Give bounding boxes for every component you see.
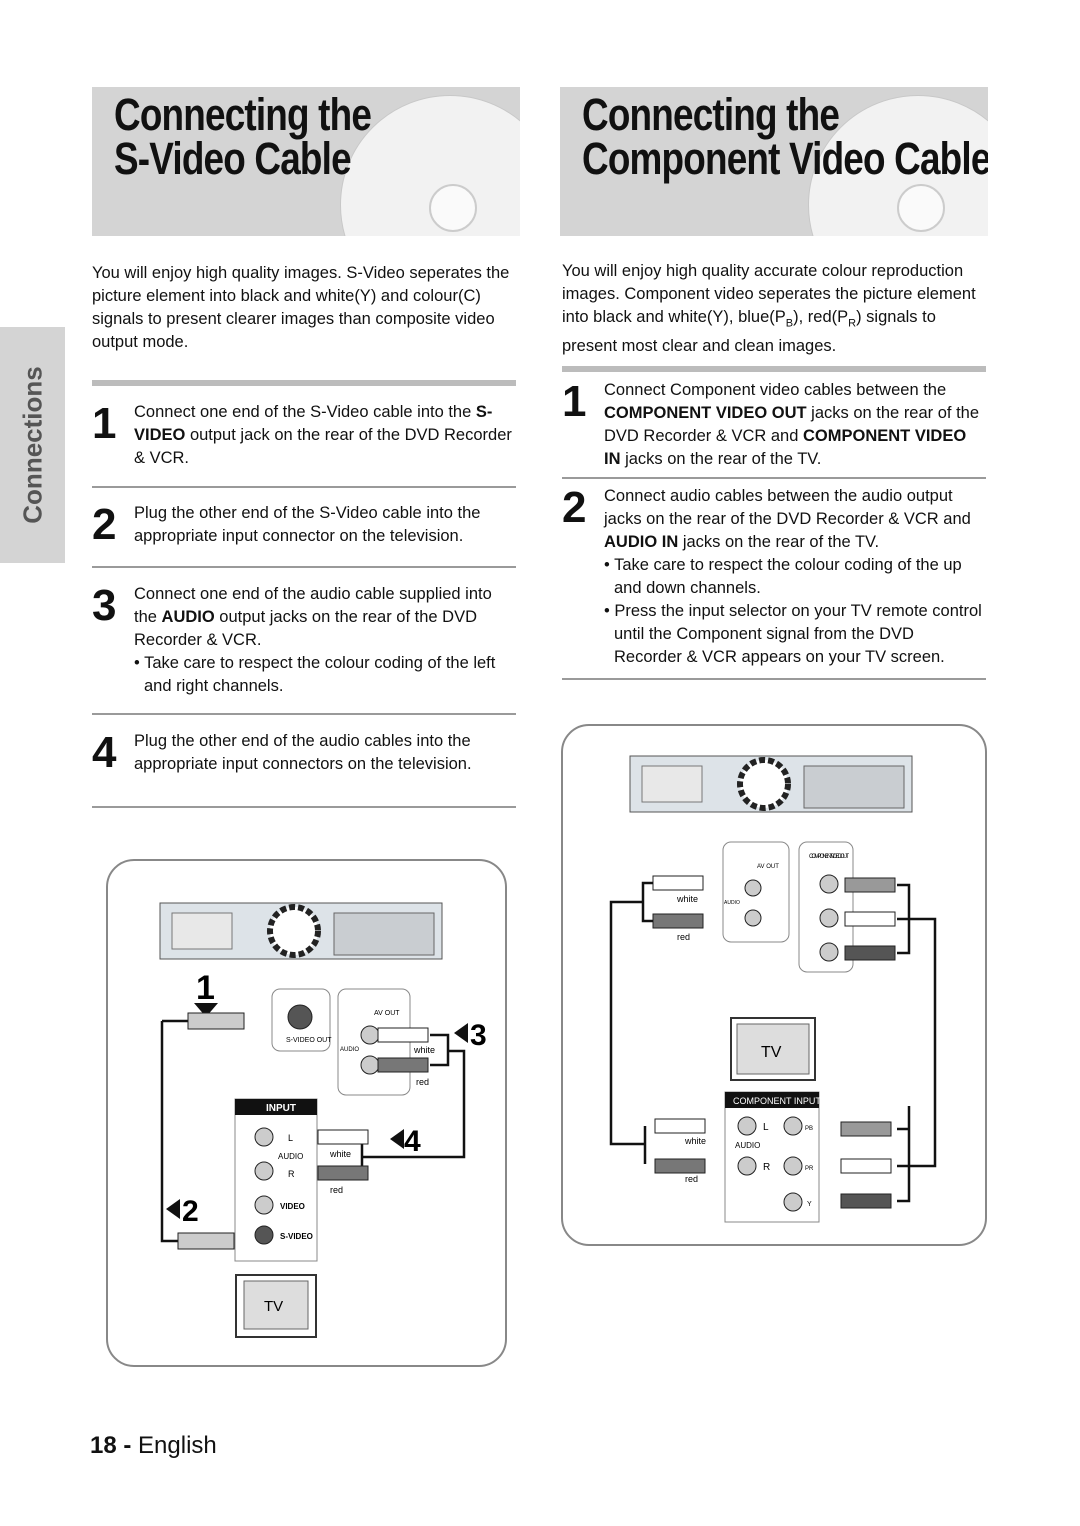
svg-text:L: L <box>763 1122 769 1133</box>
svg-text:AV OUT: AV OUT <box>374 1010 400 1017</box>
left-step-2: 2 Plug the other end of the S-Video cabl… <box>92 500 481 549</box>
callout-3: 3 <box>470 1019 487 1052</box>
svg-text:PB: PB <box>805 1126 813 1132</box>
svg-text:PR: PR <box>805 1166 814 1172</box>
divider <box>92 380 516 386</box>
divider <box>92 806 516 808</box>
svg-text:INPUT: INPUT <box>266 1103 296 1114</box>
right-step-1: 1 Connect Component video cables between… <box>562 377 980 469</box>
divider <box>562 678 986 680</box>
svg-text:VIDEO: VIDEO <box>280 1202 305 1211</box>
svg-text:TV: TV <box>761 1044 782 1061</box>
svg-text:red: red <box>416 1077 429 1087</box>
svg-text:white: white <box>676 894 698 904</box>
left-intro: You will enjoy high quality images. S-Vi… <box>92 264 510 351</box>
svg-text:AUDIO: AUDIO <box>278 1152 303 1161</box>
svg-text:AV OUT: AV OUT <box>757 864 779 870</box>
left-title: Connecting the S-Video Cable <box>114 89 372 184</box>
divider <box>562 477 986 479</box>
svg-text:red: red <box>677 932 690 942</box>
section-tab: Connections <box>0 327 65 563</box>
right-step-2: 2 Connect audio cables between the audio… <box>562 483 982 667</box>
svg-text:red: red <box>330 1185 343 1195</box>
left-step-1: 1 Connect one end of the S-Video cable i… <box>92 399 512 468</box>
callout-4: 4 <box>404 1125 421 1158</box>
svg-text:AUDIO: AUDIO <box>340 1047 359 1053</box>
callout-1: 1 <box>196 969 215 1007</box>
svg-text:S-VIDEO OUT: S-VIDEO OUT <box>286 1037 332 1044</box>
svg-text:L: L <box>288 1133 293 1143</box>
right-title-banner: Connecting the Component Video Cable <box>560 87 988 236</box>
svg-text:white: white <box>684 1136 706 1146</box>
svg-text:COMPONENT INPUT: COMPONENT INPUT <box>733 1096 821 1106</box>
component-input-panel <box>724 1091 820 1223</box>
svg-text:COMPONENT VIDEO OUT: COMPONENT VIDEO OUT <box>809 854 849 860</box>
page-footer: 18 - English <box>90 1432 217 1459</box>
svg-text:S-VIDEO: S-VIDEO <box>280 1232 313 1241</box>
divider <box>92 566 516 568</box>
svg-text:Y: Y <box>807 1201 812 1208</box>
right-title: Connecting the Component Video Cable <box>582 89 988 184</box>
recorder-rear-panel <box>629 755 913 813</box>
svg-text:white: white <box>413 1045 435 1055</box>
left-step-4: 4 Plug the other end of the audio cables… <box>92 728 472 777</box>
left-title-banner: Connecting the S-Video Cable <box>92 87 520 236</box>
svideo-jack-icon <box>287 1004 313 1030</box>
svg-text:white: white <box>329 1149 351 1159</box>
divider <box>92 713 516 715</box>
component-connection-diagram: AV OUT AUDIO COMPONENT VIDEO OUT white r… <box>561 724 987 1246</box>
divider <box>92 486 516 488</box>
svg-text:AUDIO: AUDIO <box>735 1141 760 1150</box>
svg-text:AUDIO: AUDIO <box>724 900 740 906</box>
svg-text:R: R <box>763 1162 770 1173</box>
callout-2: 2 <box>182 1195 199 1228</box>
svg-text:red: red <box>685 1174 698 1184</box>
left-step-3: 3 Connect one end of the audio cable sup… <box>92 581 496 696</box>
recorder-rear-panel <box>159 902 443 960</box>
svg-text:TV: TV <box>264 1298 283 1315</box>
divider <box>562 366 986 372</box>
right-intro: You will enjoy high quality accurate col… <box>562 262 976 356</box>
svideo-connection-diagram: 1 S-VIDEO OUT AV OUT AUDIO white red 3 I… <box>106 859 507 1367</box>
svg-text:R: R <box>288 1169 295 1179</box>
